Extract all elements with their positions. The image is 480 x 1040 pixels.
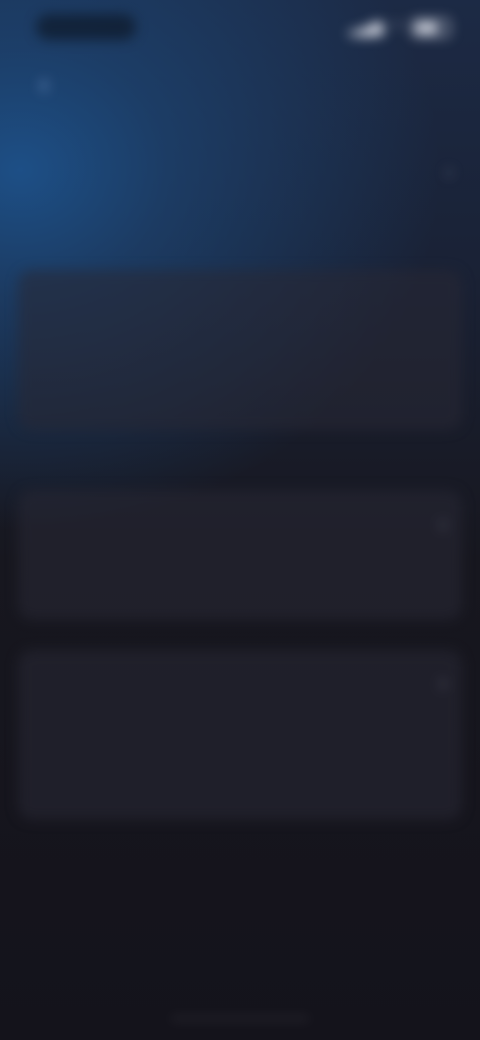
chevron-right-icon: › xyxy=(440,673,446,693)
signal-icon: ▂▄▆ xyxy=(349,19,383,36)
settings-screen: ▂▄▆ ◠ ‹ › › › xyxy=(0,0,480,1040)
blurred-content: ▂▄▆ ◠ ‹ › › › xyxy=(0,0,480,1040)
chevron-right-icon: › xyxy=(440,514,446,534)
chevron-left-icon: ‹ xyxy=(39,68,49,99)
status-icons: ▂▄▆ ◠ xyxy=(349,18,450,38)
wifi-icon: ◠ xyxy=(390,19,404,36)
page-title xyxy=(100,70,380,98)
settings-row[interactable] xyxy=(20,290,460,330)
status-time xyxy=(36,14,136,40)
status-bar: ▂▄▆ ◠ xyxy=(0,0,480,56)
home-indicator xyxy=(170,1016,310,1021)
nav-header: ‹ xyxy=(0,56,480,112)
chevron-right-icon: › xyxy=(446,162,452,182)
settings-row[interactable]: › xyxy=(20,505,460,545)
section-description xyxy=(38,566,418,610)
back-button[interactable]: ‹ xyxy=(28,68,60,100)
danger-row[interactable]: › xyxy=(20,664,460,704)
settings-row[interactable] xyxy=(20,370,460,410)
battery-icon xyxy=(412,19,450,37)
account-row[interactable]: › xyxy=(20,150,460,198)
danger-description xyxy=(38,722,418,802)
